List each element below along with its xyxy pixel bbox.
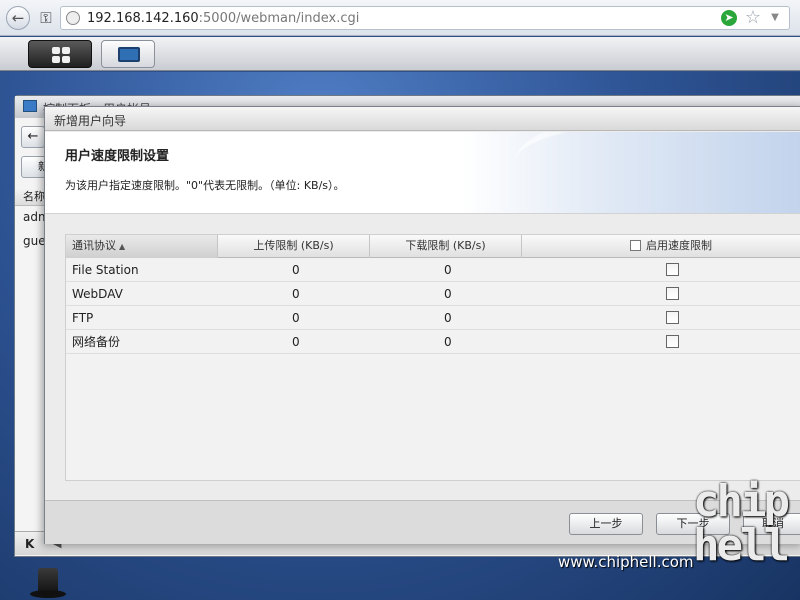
desktop-taskbar <box>0 37 800 71</box>
download-limit-cell[interactable]: 0 <box>444 306 452 330</box>
chevron-down-icon[interactable]: ▼ <box>768 10 782 26</box>
column-header-upload[interactable]: 上传限制 (KB/s) <box>218 235 370 258</box>
enable-all-checkbox[interactable] <box>630 240 641 251</box>
url-text[interactable]: 192.168.142.160:5000/webman/index.cgi <box>87 11 359 26</box>
back-arrow-icon[interactable]: ← <box>6 6 30 30</box>
speed-limit-table: 通讯协议 ▲ 上传限制 (KB/s) 下载限制 (KB/s) 启用速度限制 Fil… <box>65 234 800 481</box>
chiphell-watermark-logo: chip hell <box>693 476 790 571</box>
upload-limit-cell[interactable]: 0 <box>292 258 300 282</box>
column-header-enable-label: 启用速度限制 <box>646 239 712 252</box>
header-decoration <box>515 132 800 213</box>
column-header-protocol[interactable]: 通讯协议 ▲ <box>66 235 218 258</box>
upload-limit-cell[interactable]: 0 <box>292 282 300 306</box>
table-row[interactable]: 网络备份 0 0 <box>66 330 800 354</box>
wizard-header: 用户速度限制设置 为该用户指定速度限制。"0"代表无限制。（单位: KB/s）。 <box>45 132 800 214</box>
go-icon[interactable]: ➤ <box>721 10 737 26</box>
previous-step-button[interactable]: 上一步 <box>569 513 643 535</box>
add-user-wizard-dialog: 新增用户向导 用户速度限制设置 为该用户指定速度限制。"0"代表无限制。（单位:… <box>44 106 800 544</box>
wizard-hat-icon[interactable] <box>30 566 66 600</box>
wizard-titlebar[interactable]: 新增用户向导 <box>45 107 800 131</box>
monitor-icon <box>118 47 140 62</box>
back-button[interactable]: ← <box>21 126 45 148</box>
table-header: 通讯协议 ▲ 上传限制 (KB/s) 下载限制 (KB/s) 启用速度限制 <box>66 235 800 258</box>
download-limit-cell[interactable]: 0 <box>444 330 452 354</box>
step-heading: 用户速度限制设置 <box>65 149 170 164</box>
protocol-cell: WebDAV <box>72 287 123 301</box>
star-icon[interactable]: ☆ <box>743 8 763 28</box>
column-header-download[interactable]: 下载限制 (KB/s) <box>370 235 522 258</box>
protocol-cell: File Station <box>72 263 139 277</box>
control-panel-icon <box>23 100 37 112</box>
page-icon <box>66 11 80 25</box>
table-row[interactable]: WebDAV 0 0 <box>66 282 800 306</box>
browser-toolbar: ← ⚿ 192.168.142.160:5000/webman/index.cg… <box>0 0 800 36</box>
upload-limit-cell[interactable]: 0 <box>292 330 300 354</box>
taskbar-control-panel-button[interactable] <box>101 40 155 68</box>
first-page-button[interactable]: K <box>25 537 34 551</box>
url-host: 192.168.142.160 <box>87 11 199 26</box>
table-row[interactable]: File Station 0 0 <box>66 258 800 282</box>
column-header-enable[interactable]: 启用速度限制 <box>522 235 800 258</box>
enable-limit-checkbox[interactable] <box>666 311 679 324</box>
column-header-protocol-label: 通讯协议 <box>72 239 116 252</box>
enable-limit-checkbox[interactable] <box>666 263 679 276</box>
sort-ascending-icon: ▲ <box>119 242 126 251</box>
enable-limit-checkbox[interactable] <box>666 335 679 348</box>
main-menu-button[interactable] <box>28 40 92 68</box>
chiphell-watermark-url: www.chiphell.com <box>558 553 694 571</box>
wizard-footer: 上一步 下一步 取消 <box>45 500 800 544</box>
enable-limit-checkbox[interactable] <box>666 287 679 300</box>
address-bar[interactable]: 192.168.142.160:5000/webman/index.cgi ➤ … <box>60 6 790 30</box>
table-row[interactable]: FTP 0 0 <box>66 306 800 330</box>
url-path: :5000/webman/index.cgi <box>198 11 360 26</box>
wizard-title: 新增用户向导 <box>54 114 127 128</box>
download-limit-cell[interactable]: 0 <box>444 258 452 282</box>
step-description: 为该用户指定速度限制。"0"代表无限制。（单位: KB/s）。 <box>65 179 345 192</box>
download-limit-cell[interactable]: 0 <box>444 282 452 306</box>
protocol-cell: 网络备份 <box>72 335 121 349</box>
protocol-cell: FTP <box>72 311 94 325</box>
upload-limit-cell[interactable]: 0 <box>292 306 300 330</box>
grid-icon <box>52 47 70 63</box>
key-icon[interactable]: ⚿ <box>36 8 56 28</box>
